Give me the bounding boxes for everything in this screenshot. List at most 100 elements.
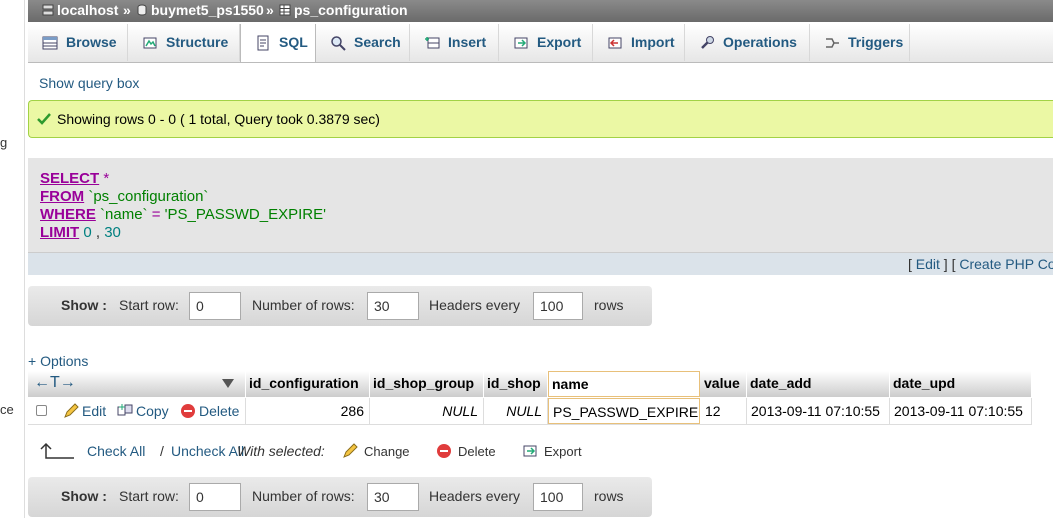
show-label: Show : [61, 297, 107, 313]
bulk-delete-button[interactable]: Delete [436, 443, 496, 459]
bulk-actions-bar: Check All / Uncheck All With selected: C… [40, 440, 740, 464]
column-arrows-text: ←T→ [34, 374, 76, 391]
breadcrumb-separator: » [266, 2, 274, 18]
tab-structure[interactable]: Structure [128, 24, 240, 61]
tab-import[interactable]: Import [593, 24, 685, 61]
cell-date-upd[interactable]: 2013-09-11 07:10:55 [890, 398, 1032, 424]
export-icon [514, 37, 528, 49]
bulk-change-button[interactable]: Change [342, 443, 410, 459]
column-header-id-shop-group[interactable]: id_shop_group [370, 371, 484, 397]
number-of-rows-label: Number of rows: [252, 297, 355, 313]
column-header-id-shop[interactable]: id_shop [484, 371, 548, 397]
bulk-export-button[interactable]: Export [522, 443, 582, 459]
delete-icon [181, 404, 195, 418]
row-copy-link[interactable]: Copy [117, 403, 169, 419]
sql-value: 'PS_PASSWD_EXPIRE' [164, 206, 326, 223]
number-of-rows-input[interactable] [367, 292, 419, 320]
headers-every-label: Headers every [429, 297, 521, 313]
number-of-rows-label: Number of rows: [252, 488, 355, 504]
rows-label: rows [594, 297, 624, 313]
checkmark-icon [37, 113, 51, 125]
row-edit-link[interactable]: Edit [63, 403, 106, 419]
start-row-input[interactable] [189, 292, 241, 320]
check-all-separator: / [160, 443, 164, 459]
sort-triangle-icon[interactable] [222, 379, 234, 388]
arrow-ltr-icon [40, 442, 74, 459]
column-header-date-add[interactable]: date_add [747, 371, 890, 397]
left-edge-text: ce [0, 402, 14, 417]
sql-code: SELECT * FROM `ps_configuration` WHERE `… [40, 170, 326, 242]
sql-limit-separator: , [95, 224, 101, 241]
tab-bar: Browse Structure SQL Search Insert Expor… [28, 24, 1053, 63]
sql-column-name: `name` [100, 206, 148, 223]
breadcrumb-separator: » [123, 2, 131, 18]
tab-operations[interactable]: Operations [685, 24, 810, 61]
cell-id-shop[interactable]: NULL [484, 398, 548, 424]
show-query-box-link[interactable]: Show query box [39, 75, 139, 91]
success-message-text: Showing rows 0 - 0 ( 1 total, Query took… [57, 111, 380, 127]
sql-keyword-from[interactable]: FROM [40, 188, 84, 205]
show-rows-bar-bottom: Show : Start row: Number of rows: Header… [28, 477, 652, 517]
start-row-label: Start row: [119, 488, 179, 504]
success-message: Showing rows 0 - 0 ( 1 total, Query took… [28, 100, 1053, 138]
show-label: Show : [61, 488, 107, 504]
check-all-link[interactable]: Check All [87, 443, 145, 459]
headers-every-input[interactable] [533, 483, 583, 511]
sql-keyword-select[interactable]: SELECT [40, 170, 99, 187]
column-header-value[interactable]: value [701, 371, 747, 397]
number-of-rows-input[interactable] [367, 483, 419, 511]
tab-export[interactable]: Export [499, 24, 593, 61]
uncheck-all-link[interactable]: Uncheck All [171, 443, 244, 459]
tab-browse[interactable]: Browse [28, 24, 128, 61]
column-header-date-upd[interactable]: date_upd [890, 371, 1032, 397]
row-checkbox[interactable] [36, 405, 47, 416]
export-icon [523, 445, 537, 457]
table-icon [279, 4, 291, 16]
edit-query-link[interactable]: Edit [916, 256, 940, 272]
delete-icon [437, 444, 451, 458]
column-header-name[interactable]: name [548, 371, 700, 397]
tab-triggers[interactable]: Triggers [810, 24, 910, 61]
tab-search[interactable]: Search [316, 24, 410, 61]
tab-sql[interactable]: SQL [240, 24, 316, 62]
triggers-icon [826, 38, 839, 48]
server-icon [42, 4, 54, 16]
headers-every-input[interactable] [533, 292, 583, 320]
sql-star: * [103, 170, 110, 187]
browse-icon [42, 36, 58, 50]
column-arrows[interactable]: ←T→ [28, 371, 246, 397]
database-icon [137, 4, 147, 16]
table-row: Edit Copy Delete 286 NULL NULL PS_PASSWD… [28, 398, 1032, 425]
sql-keyword-limit[interactable]: LIMIT [40, 224, 79, 241]
search-icon [331, 36, 346, 51]
sql-operator: = [151, 206, 161, 223]
operations-icon [701, 36, 714, 49]
create-php-code-link[interactable]: Create PHP Code [959, 256, 1053, 272]
start-row-input[interactable] [189, 483, 241, 511]
breadcrumb: localhost » buymet5_ps1550 » ps_configur… [28, 0, 1053, 22]
sql-query-box: SELECT * FROM `ps_configuration` WHERE `… [28, 158, 1053, 275]
breadcrumb-server[interactable]: localhost [42, 0, 118, 21]
cell-name[interactable]: PS_PASSWD_EXPIRE [548, 398, 700, 424]
cell-id-shop-group[interactable]: NULL [370, 398, 484, 424]
sql-footer: [ Edit ] [ Create PHP Code [28, 252, 1053, 275]
sql-limit-count: 30 [104, 224, 121, 241]
sql-table-name: `ps_configuration` [88, 188, 209, 205]
row-delete-link[interactable]: Delete [180, 403, 239, 419]
tab-insert[interactable]: Insert [410, 24, 499, 61]
cell-date-add[interactable]: 2013-09-11 07:10:55 [747, 398, 890, 424]
row-actions-cell: Edit Copy Delete [28, 398, 246, 424]
left-edge-text: g [0, 135, 8, 150]
import-icon [608, 37, 622, 49]
headers-every-label: Headers every [429, 488, 521, 504]
sql-limit-start: 0 [83, 224, 92, 241]
table-header-row: ←T→ id_configuration id_shop_group id_sh… [28, 371, 1032, 397]
cell-value[interactable]: 12 [701, 398, 747, 424]
breadcrumb-database[interactable]: buymet5_ps1550 [136, 0, 264, 21]
options-link[interactable]: + Options [28, 353, 88, 369]
breadcrumb-table[interactable]: ps_configuration [279, 0, 408, 21]
start-row-label: Start row: [119, 297, 179, 313]
cell-id-configuration[interactable]: 286 [246, 398, 370, 424]
column-header-id-configuration[interactable]: id_configuration [246, 371, 370, 397]
sql-keyword-where[interactable]: WHERE [40, 206, 96, 223]
